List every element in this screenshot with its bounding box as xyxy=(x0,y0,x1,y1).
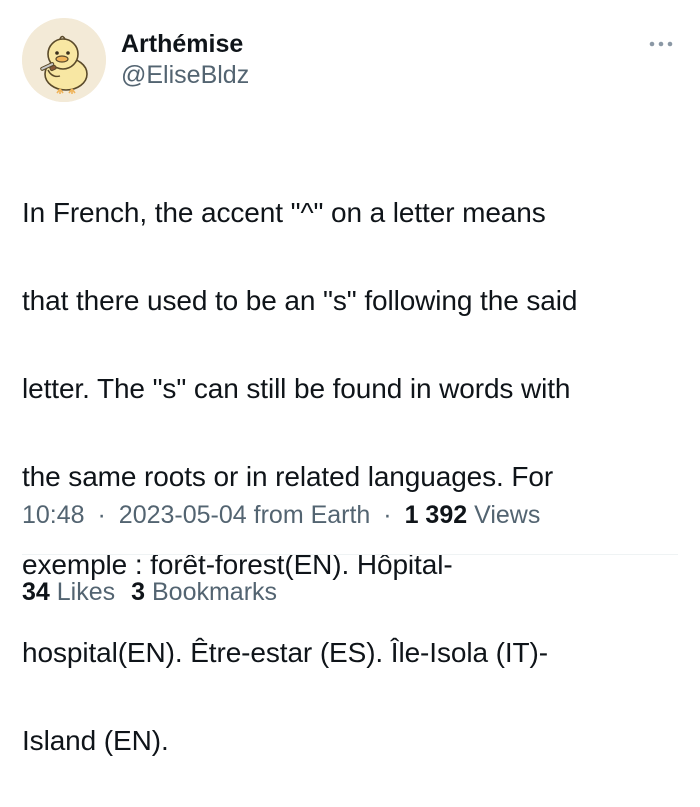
tweet-text: In French, the accent "^" on a letter me… xyxy=(22,147,672,807)
duck-avatar-icon xyxy=(22,18,106,102)
avatar[interactable] xyxy=(22,18,106,102)
more-options-button[interactable] xyxy=(644,34,678,54)
views-count: 1 392 xyxy=(404,501,468,529)
meta-separator: · xyxy=(97,501,106,529)
likes-stat[interactable]: 34 Likes xyxy=(22,578,115,606)
bookmarks-count: 3 xyxy=(131,578,146,606)
tweet-text-line: Island (EN). xyxy=(22,725,169,756)
tweet-stats: 34 Likes 3 Bookmarks xyxy=(22,574,277,610)
tweet-text-line: In French, the accent "^" on a letter me… xyxy=(22,197,546,228)
display-name[interactable]: Arthémise xyxy=(121,28,249,60)
tweet-meta: 10:48 · 2023-05-04 from Earth · 1 392 Vi… xyxy=(22,497,540,533)
bookmarks-label: Bookmarks xyxy=(152,578,278,606)
views-label: Views xyxy=(474,501,541,529)
tweet-text-line: letter. The "s" can still be found in wo… xyxy=(22,373,571,404)
tweet-text-line: the same roots or in related languages. … xyxy=(22,461,554,492)
likes-label: Likes xyxy=(56,578,116,606)
bookmarks-stat[interactable]: 3 Bookmarks xyxy=(131,578,277,606)
tweet-text-line: hospital(EN). Être-estar (ES). Île-Isola… xyxy=(22,637,548,668)
more-options-icon xyxy=(649,41,673,47)
tweet-text-line: that there used to be an "s" following t… xyxy=(22,285,578,316)
tweet: Arthémise @EliseBldz In French, the acce… xyxy=(0,0,700,756)
tweet-date[interactable]: 2023-05-04 xyxy=(119,501,247,529)
divider xyxy=(22,554,678,555)
meta-separator: · xyxy=(383,501,392,529)
user-handle[interactable]: @EliseBldz xyxy=(121,60,249,90)
tweet-time[interactable]: 10:48 xyxy=(22,501,85,529)
likes-count: 34 xyxy=(22,578,50,606)
user-names: Arthémise @EliseBldz xyxy=(121,28,249,90)
tweet-source: from Earth xyxy=(253,501,371,529)
